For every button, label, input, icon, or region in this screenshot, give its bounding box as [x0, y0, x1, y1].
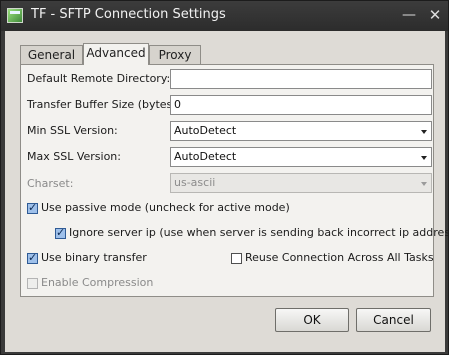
- charset-value: us-ascii: [174, 176, 216, 189]
- check-icon: ✓: [28, 251, 38, 264]
- passive-mode-checkbox[interactable]: ✓: [27, 201, 38, 214]
- max-ssl-select[interactable]: AutoDetect: [170, 147, 432, 167]
- tab-proxy[interactable]: Proxy: [149, 45, 201, 65]
- check-icon: ✓: [28, 201, 38, 214]
- reuse-connection-label[interactable]: Reuse Connection Across All Tasks: [245, 251, 434, 264]
- ignore-server-ip-checkbox[interactable]: ✓: [55, 226, 66, 239]
- enable-compression-checkbox: [27, 278, 38, 289]
- dialog-body: General Advanced Proxy Default Remote Di…: [5, 31, 449, 352]
- binary-transfer-label[interactable]: Use binary transfer: [41, 251, 147, 264]
- chevron-down-icon[interactable]: [421, 156, 427, 160]
- min-ssl-value: AutoDetect: [174, 124, 237, 137]
- reuse-connection-checkbox[interactable]: [231, 253, 242, 264]
- check-icon: ✓: [56, 226, 66, 239]
- close-icon[interactable]: ✕: [427, 7, 443, 23]
- min-ssl-label: Min SSL Version:: [27, 124, 118, 137]
- app-icon: [7, 8, 23, 23]
- title-bar[interactable]: TF - SFTP Connection Settings — ✕: [1, 1, 448, 31]
- buffer-size-label: Transfer Buffer Size (bytes):: [27, 98, 181, 111]
- minimize-icon[interactable]: —: [401, 7, 417, 23]
- passive-mode-label[interactable]: Use passive mode (uncheck for active mod…: [41, 201, 290, 214]
- max-ssl-label: Max SSL Version:: [27, 150, 121, 163]
- advanced-tab-panel: Default Remote Directory: Transfer Buffe…: [20, 64, 449, 297]
- chevron-down-icon: [421, 182, 427, 186]
- remote-directory-label: Default Remote Directory:: [27, 72, 171, 85]
- ok-button[interactable]: OK: [275, 308, 349, 332]
- max-ssl-value: AutoDetect: [174, 150, 237, 163]
- binary-transfer-checkbox[interactable]: ✓: [27, 251, 38, 264]
- buffer-size-input[interactable]: 0: [170, 95, 432, 115]
- enable-compression-label: Enable Compression: [41, 276, 154, 289]
- cancel-button[interactable]: Cancel: [356, 308, 431, 332]
- chevron-down-icon[interactable]: [421, 130, 427, 134]
- window-title: TF - SFTP Connection Settings: [31, 7, 226, 22]
- tab-advanced[interactable]: Advanced: [83, 43, 149, 65]
- remote-directory-input[interactable]: [170, 69, 432, 89]
- charset-select: us-ascii: [170, 173, 432, 193]
- tab-general[interactable]: General: [20, 45, 83, 65]
- ignore-server-ip-label[interactable]: Ignore server ip (use when server is sen…: [69, 226, 449, 239]
- charset-label: Charset:: [27, 177, 74, 190]
- min-ssl-select[interactable]: AutoDetect: [170, 121, 432, 141]
- settings-window: TF - SFTP Connection Settings — ✕ Genera…: [0, 0, 449, 355]
